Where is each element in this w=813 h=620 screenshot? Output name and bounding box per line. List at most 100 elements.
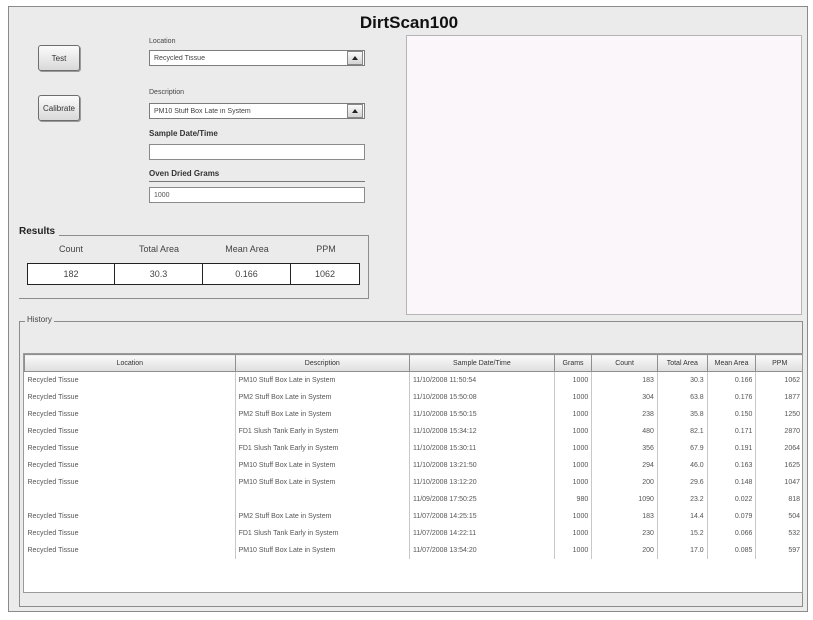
column-header-sample-datetime[interactable]: Sample Date/Time [408, 354, 555, 372]
sample-datetime-field[interactable] [149, 144, 365, 160]
table-row[interactable]: Recycled Tissue PM10 Stuff Box Late in Sy… [24, 456, 802, 474]
table-cell: PM2 Stuff Box Late in System [235, 507, 410, 525]
sample-datetime-label: Sample Date/Time [149, 129, 218, 138]
table-cell: 11/10/2008 13:21:50 [409, 456, 555, 474]
oven-dried-grams-field[interactable]: 1000 [149, 187, 365, 203]
table-cell: Recycled Tissue [24, 507, 236, 525]
table-cell: Recycled Tissue [24, 541, 236, 559]
table-cell: 29.6 [657, 473, 708, 491]
table-cell: 15.2 [657, 524, 708, 542]
history-grid: Location Description Sample Date/Time Gr… [24, 354, 802, 559]
table-cell: 82.1 [657, 422, 708, 440]
table-cell: 356 [591, 439, 658, 457]
table-cell: 11/09/2008 17:50:25 [409, 490, 555, 508]
table-cell: Recycled Tissue [24, 456, 236, 474]
table-cell: 0.163 [707, 456, 757, 474]
table-cell: 0.191 [707, 439, 757, 457]
table-cell: 11/10/2008 11:50:54 [409, 371, 555, 389]
history-title: History [25, 315, 54, 324]
column-header-total-area[interactable]: Total Area [656, 354, 708, 372]
table-cell: 1000 [554, 405, 593, 423]
table-cell: 11/07/2008 14:25:15 [409, 507, 555, 525]
table-cell [24, 490, 236, 508]
column-header-ppm[interactable]: PPM [755, 354, 802, 372]
column-header-mean-area[interactable]: Mean Area [706, 354, 757, 372]
table-cell: 23.2 [657, 490, 708, 508]
table-cell: 532 [755, 524, 802, 542]
test-button[interactable]: Test [38, 45, 80, 71]
table-cell: 11/07/2008 13:54:20 [409, 541, 555, 559]
results-total-area-value: 30.3 [114, 263, 203, 285]
table-cell: 1000 [554, 388, 593, 406]
results-ppm-value: 1062 [290, 263, 360, 285]
table-cell: 183 [591, 371, 658, 389]
table-cell: 11/10/2008 13:12:20 [409, 473, 555, 491]
table-cell: 1000 [554, 439, 593, 457]
table-cell: 0.171 [707, 422, 757, 440]
table-cell: 200 [591, 473, 658, 491]
table-cell: 1062 [755, 371, 802, 389]
description-select[interactable]: PM10 Stuff Box Late in System [149, 103, 365, 119]
table-row[interactable]: Recycled Tissue PM2 Stuff Box Late in Sys… [24, 405, 802, 423]
up-arrow-icon [352, 109, 358, 113]
table-cell: 1877 [755, 388, 802, 406]
table-cell: 1000 [554, 473, 593, 491]
separator-line [149, 181, 365, 182]
table-cell: 200 [591, 541, 658, 559]
calibrate-button[interactable]: Calibrate [38, 95, 80, 121]
table-cell: 46.0 [657, 456, 708, 474]
table-cell: Recycled Tissue [24, 473, 236, 491]
oven-dried-grams-label: Oven Dried Grams [149, 169, 220, 178]
app-title: DirtScan100 [359, 13, 459, 32]
table-cell: 818 [755, 490, 802, 508]
results-header-total-area: Total Area [138, 244, 180, 254]
column-header-grams[interactable]: Grams [553, 354, 593, 372]
table-cell: 480 [591, 422, 658, 440]
table-row[interactable]: 11/09/2008 17:50:25 980 1090 23.2 0.022 818 [24, 490, 802, 508]
table-cell: 1090 [591, 490, 658, 508]
table-cell: FD1 Slush Tank Early in System [235, 524, 410, 542]
table-cell: 304 [591, 388, 658, 406]
table-cell: 0.176 [707, 388, 757, 406]
table-cell: Recycled Tissue [24, 422, 236, 440]
table-cell: PM2 Stuff Box Late in System [235, 405, 410, 423]
table-cell: 183 [591, 507, 658, 525]
table-cell: 67.9 [657, 439, 708, 457]
history-body: Recycled Tissue PM10 Stuff Box Late in Sy… [24, 371, 802, 559]
description-value: PM10 Stuff Box Late in System [154, 107, 251, 115]
table-cell: 1000 [554, 507, 593, 525]
location-select[interactable]: Recycled Tissue [149, 50, 365, 66]
table-cell: 35.8 [657, 405, 708, 423]
table-cell: 1000 [554, 371, 593, 389]
table-cell: PM10 Stuff Box Late in System [235, 541, 410, 559]
table-row[interactable]: Recycled Tissue FD1 Slush Tank Early in S… [24, 524, 802, 542]
table-cell: FD1 Slush Tank Early in System [235, 422, 410, 440]
results-mean-area-value: 0.166 [202, 263, 291, 285]
table-cell: 11/10/2008 15:34:12 [409, 422, 555, 440]
column-header-description[interactable]: Description [234, 354, 410, 372]
description-dropdown-arrow[interactable] [347, 104, 363, 118]
history-table[interactable]: Location Description Sample Date/Time Gr… [23, 353, 803, 593]
table-row[interactable]: Recycled Tissue PM10 Stuff Box Late in Sy… [24, 473, 802, 491]
column-header-location[interactable]: Location [24, 354, 236, 372]
table-cell: 1000 [554, 456, 593, 474]
table-row[interactable]: Recycled Tissue PM10 Stuff Box Late in Sy… [24, 371, 802, 389]
results-title: Results [19, 226, 60, 237]
table-row[interactable]: Recycled Tissue PM2 Stuff Box Late in Sys… [24, 507, 802, 525]
location-label: Location [149, 38, 176, 45]
table-cell: PM10 Stuff Box Late in System [235, 371, 410, 389]
table-cell: 0.066 [707, 524, 757, 542]
table-cell: Recycled Tissue [24, 439, 236, 457]
table-row[interactable]: Recycled Tissue PM10 Stuff Box Late in Sy… [24, 541, 802, 559]
table-cell: 1047 [755, 473, 802, 491]
table-row[interactable]: Recycled Tissue PM2 Stuff Box Late in Sys… [24, 388, 802, 406]
column-header-count[interactable]: Count [591, 354, 658, 372]
results-header-ppm: PPM [316, 244, 336, 254]
table-cell: 980 [554, 490, 593, 508]
location-dropdown-arrow[interactable] [347, 51, 363, 65]
scan-image-view [406, 35, 802, 315]
table-cell: 1000 [554, 524, 593, 542]
table-row[interactable]: Recycled Tissue FD1 Slush Tank Early in S… [24, 439, 802, 457]
table-row[interactable]: Recycled Tissue FD1 Slush Tank Early in S… [24, 422, 802, 440]
table-cell: 11/10/2008 15:50:15 [409, 405, 555, 423]
